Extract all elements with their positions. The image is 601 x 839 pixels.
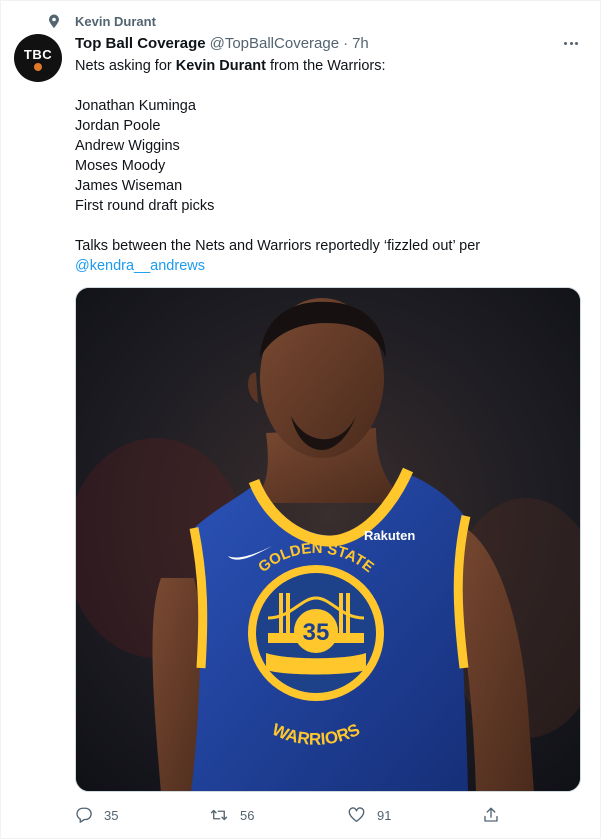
social-context-label[interactable]: Kevin Durant — [75, 14, 156, 29]
tweet-intro-line: Nets asking for Kevin Durant from the Wa… — [75, 56, 585, 76]
list-item: Moses Moody — [75, 158, 166, 174]
tweet-card[interactable]: Kevin Durant TBC Top Ball Coverage @TopB… — [0, 0, 601, 839]
topic-icon — [47, 13, 61, 29]
display-name[interactable]: Top Ball Coverage — [75, 35, 206, 52]
mention-line: @kendra__andrews — [75, 256, 585, 276]
list-item: Jonathan Kuminga — [75, 98, 196, 114]
tweet-intro-bold: Kevin Durant — [175, 58, 266, 74]
retweet-icon — [210, 809, 228, 821]
separator-dot: · — [343, 34, 349, 52]
tweet-actions: 35 56 91 — [75, 802, 585, 828]
like-count: 91 — [377, 807, 392, 823]
tweet-header: Top Ball Coverage @TopBallCoverage · 7h — [75, 33, 369, 53]
social-context[interactable]: Kevin Durant — [47, 12, 156, 30]
like-button[interactable]: 91 — [347, 802, 391, 828]
tweet-photo[interactable]: Rakuten GOLDEN STATE 35 WARRIORS — [75, 287, 581, 792]
tweet-intro-pre: Nets asking for — [75, 58, 176, 74]
retweet-button[interactable]: 56 — [209, 802, 254, 828]
reply-icon — [76, 807, 92, 823]
tweet-talks-line: Talks between the Nets and Warriors repo… — [75, 238, 481, 254]
avatar[interactable]: TBC — [14, 34, 62, 82]
list-item: Andrew Wiggins — [75, 138, 180, 154]
jersey-number: 35 — [303, 619, 330, 646]
user-handle[interactable]: @TopBallCoverage — [210, 35, 339, 52]
retweet-count: 56 — [240, 807, 255, 823]
basketball-icon — [34, 62, 42, 71]
tweet-text: Nets asking for Kevin Durant from the Wa… — [75, 56, 585, 276]
tweet-intro-post: from the Warriors: — [266, 58, 386, 74]
player-photo: Rakuten GOLDEN STATE 35 WARRIORS — [76, 288, 580, 791]
reply-button[interactable]: 35 — [75, 802, 118, 828]
share-icon — [484, 807, 498, 822]
avatar-logo-text: TBC — [23, 46, 53, 62]
share-button[interactable] — [482, 802, 500, 828]
list-item: Jordan Poole — [75, 118, 161, 134]
reply-count: 35 — [104, 807, 119, 823]
heart-icon — [348, 807, 365, 823]
jersey-sponsor: Rakuten — [364, 528, 415, 543]
timestamp[interactable]: 7h — [352, 35, 369, 52]
list-item: First round draft picks — [75, 198, 215, 214]
more-options-icon[interactable] — [559, 33, 583, 53]
mention-link[interactable]: @kendra__andrews — [75, 258, 205, 274]
list-item: James Wiseman — [75, 178, 183, 194]
